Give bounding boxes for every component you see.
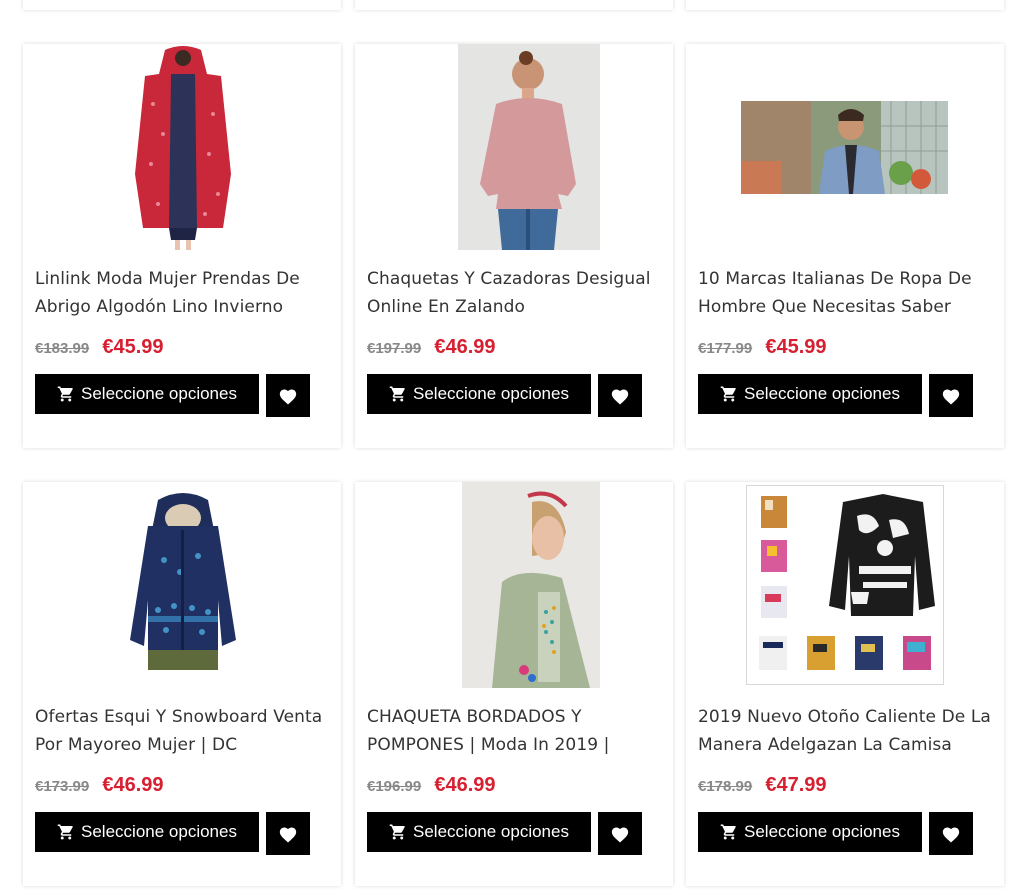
select-options-label: Seleccione opciones bbox=[81, 822, 237, 841]
product-card: CHAQUETA BORDADOS Y POMPONES | Moda In 2… bbox=[355, 482, 673, 886]
sale-price: €46.99 bbox=[434, 336, 496, 358]
product-image-link[interactable] bbox=[23, 482, 341, 697]
product-image bbox=[118, 490, 248, 676]
select-options-button[interactable]: Seleccione opciones bbox=[367, 812, 591, 852]
product-image bbox=[458, 44, 600, 250]
sale-price: €45.99 bbox=[102, 336, 164, 358]
sale-price: €46.99 bbox=[434, 774, 496, 796]
product-image-link[interactable] bbox=[686, 482, 1004, 697]
select-options-label: Seleccione opciones bbox=[744, 822, 900, 841]
cart-icon bbox=[389, 386, 405, 402]
select-options-label: Seleccione opciones bbox=[413, 384, 569, 403]
price-group: €197.99 €46.99 bbox=[367, 336, 496, 360]
product-card-partial bbox=[23, 0, 341, 10]
old-price: €173.99 bbox=[35, 778, 90, 795]
product-title[interactable]: Ofertas Esqui Y Snowboard Venta Por Mayo… bbox=[35, 704, 335, 760]
select-options-button[interactable]: Seleccione opciones bbox=[367, 374, 591, 414]
old-price: €197.99 bbox=[367, 340, 422, 357]
select-options-button[interactable]: Seleccione opciones bbox=[698, 812, 922, 852]
old-price: €196.99 bbox=[367, 778, 422, 795]
wishlist-button[interactable] bbox=[598, 374, 642, 417]
select-options-label: Seleccione opciones bbox=[413, 822, 569, 841]
sale-price: €47.99 bbox=[765, 774, 827, 796]
cart-icon bbox=[57, 824, 73, 840]
product-card-partial bbox=[686, 0, 1004, 10]
select-options-button[interactable]: Seleccione opciones bbox=[35, 374, 259, 414]
select-options-label: Seleccione opciones bbox=[81, 384, 237, 403]
old-price: €183.99 bbox=[35, 340, 90, 357]
wishlist-button[interactable] bbox=[598, 812, 642, 855]
select-options-label: Seleccione opciones bbox=[744, 384, 900, 403]
product-image bbox=[123, 44, 243, 250]
sale-price: €46.99 bbox=[102, 774, 164, 796]
cart-icon bbox=[57, 386, 73, 402]
product-image bbox=[746, 485, 944, 685]
product-image-link[interactable] bbox=[23, 44, 341, 259]
product-image-link[interactable] bbox=[686, 44, 1004, 259]
product-title[interactable]: 2019 Nuevo Otoño Caliente De La Manera A… bbox=[698, 704, 998, 760]
old-price: €178.99 bbox=[698, 778, 753, 795]
heart-icon bbox=[942, 826, 960, 842]
wishlist-button[interactable] bbox=[266, 374, 310, 417]
product-image bbox=[462, 482, 600, 688]
price-group: €173.99 €46.99 bbox=[35, 774, 164, 798]
product-card: Chaquetas Y Cazadoras Desigual Online En… bbox=[355, 44, 673, 448]
wishlist-button[interactable] bbox=[266, 812, 310, 855]
select-options-button[interactable]: Seleccione opciones bbox=[698, 374, 922, 414]
product-card-partial bbox=[355, 0, 673, 10]
heart-icon bbox=[611, 388, 629, 404]
wishlist-button[interactable] bbox=[929, 812, 973, 855]
product-image-link[interactable] bbox=[355, 482, 673, 697]
sale-price: €45.99 bbox=[765, 336, 827, 358]
product-card: 2019 Nuevo Otoño Caliente De La Manera A… bbox=[686, 482, 1004, 886]
wishlist-button[interactable] bbox=[929, 374, 973, 417]
product-title[interactable]: 10 Marcas Italianas De Ropa De Hombre Qu… bbox=[698, 266, 998, 322]
heart-icon bbox=[942, 388, 960, 404]
select-options-button[interactable]: Seleccione opciones bbox=[35, 812, 259, 852]
old-price: €177.99 bbox=[698, 340, 753, 357]
cart-icon bbox=[389, 824, 405, 840]
price-group: €177.99 €45.99 bbox=[698, 336, 827, 360]
product-title[interactable]: Linlink Moda Mujer Prendas De Abrigo Alg… bbox=[35, 266, 335, 322]
product-card: Ofertas Esqui Y Snowboard Venta Por Mayo… bbox=[23, 482, 341, 886]
product-title[interactable]: Chaquetas Y Cazadoras Desigual Online En… bbox=[367, 266, 667, 322]
product-card: 10 Marcas Italianas De Ropa De Hombre Qu… bbox=[686, 44, 1004, 448]
heart-icon bbox=[279, 826, 297, 842]
heart-icon bbox=[611, 826, 629, 842]
price-group: €183.99 €45.99 bbox=[35, 336, 164, 360]
cart-icon bbox=[720, 386, 736, 402]
product-image bbox=[741, 101, 948, 194]
product-image-link[interactable] bbox=[355, 44, 673, 259]
product-card: Linlink Moda Mujer Prendas De Abrigo Alg… bbox=[23, 44, 341, 448]
product-title[interactable]: CHAQUETA BORDADOS Y POMPONES | Moda In 2… bbox=[367, 704, 667, 760]
heart-icon bbox=[279, 388, 297, 404]
price-group: €196.99 €46.99 bbox=[367, 774, 496, 798]
price-group: €178.99 €47.99 bbox=[698, 774, 827, 798]
cart-icon bbox=[720, 824, 736, 840]
